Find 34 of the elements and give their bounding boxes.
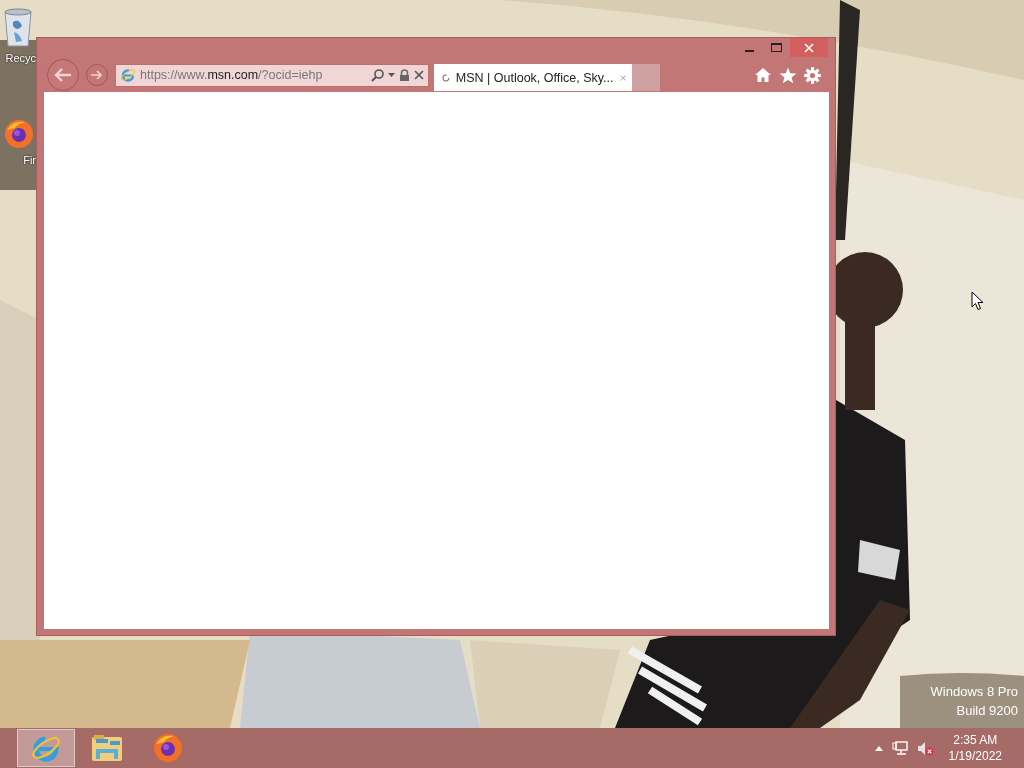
star-icon[interactable] (779, 66, 797, 84)
clock-time[interactable]: 2:35 AM (953, 732, 998, 748)
browser-tab[interactable]: MSN | Outlook, Office, Sky... (434, 64, 632, 91)
chevron-up-icon[interactable] (874, 745, 883, 751)
os-watermark-text: Windows 8 Pro (930, 684, 1018, 699)
recycle-bin-icon (1, 6, 35, 48)
close-icon[interactable] (414, 70, 424, 80)
home-icon[interactable] (754, 66, 772, 83)
os-watermark-text: Build 9200 (956, 703, 1018, 718)
internet-explorer-icon (120, 67, 136, 83)
firefox-icon (3, 118, 35, 150)
address-bar[interactable]: https://www.msn.com/?ocid=iehp (115, 63, 429, 87)
maximize-icon (771, 42, 782, 53)
folder-icon (90, 733, 124, 763)
clock-date[interactable]: 1/19/2022 (948, 748, 1002, 764)
close-button[interactable] (790, 38, 828, 57)
firefox-icon (152, 732, 184, 764)
close-icon (804, 42, 814, 53)
desktop-icon-label[interactable]: Fir (23, 154, 36, 166)
speaker-muted-icon[interactable] (916, 740, 934, 756)
back-button[interactable] (47, 59, 79, 91)
loading-spinner-icon (442, 71, 450, 84)
caret-icon[interactable] (388, 73, 395, 77)
network-icon[interactable] (891, 740, 908, 756)
url-text: https://www.msn.com/?ocid=iehp (140, 68, 324, 82)
forward-arrow-icon (91, 70, 103, 80)
mouse-cursor-icon (971, 291, 984, 311)
desktop-icon-label[interactable]: Recyc (5, 52, 36, 64)
lock-icon[interactable] (399, 69, 410, 81)
search-icon[interactable] (371, 68, 384, 82)
back-arrow-icon (54, 68, 72, 82)
settings-icon[interactable] (804, 66, 821, 84)
minimize-icon (745, 50, 754, 52)
close-tab-icon[interactable] (619, 72, 626, 83)
